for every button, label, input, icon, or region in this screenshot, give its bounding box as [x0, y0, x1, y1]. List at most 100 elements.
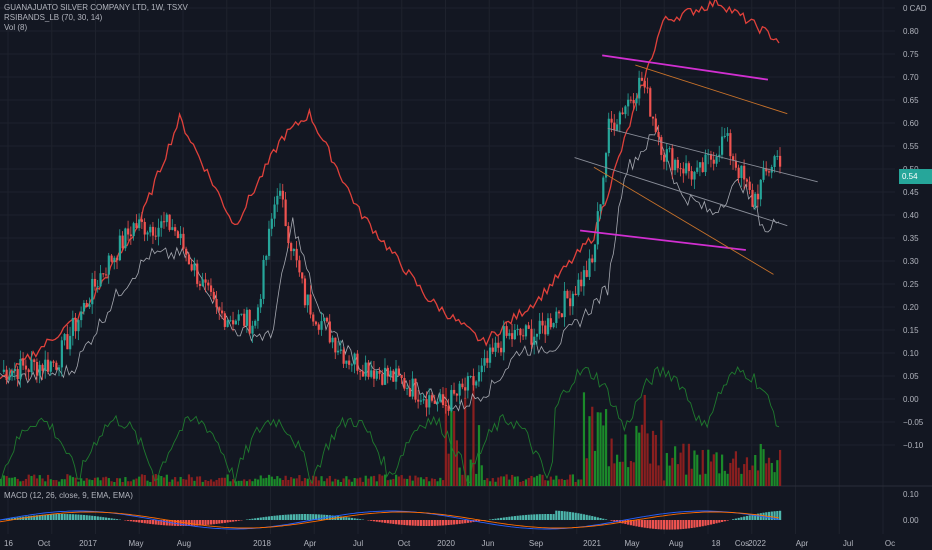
macd-indicator-label[interactable]: MACD (12, 26, close, 9, EMA, EMA): [4, 491, 133, 500]
candle-body: [569, 298, 572, 307]
price-axis-label: 0.60: [903, 119, 919, 128]
macd-histogram-bar: [77, 514, 80, 520]
candle-body: [524, 325, 528, 337]
candle-body: [290, 243, 293, 252]
candle-body: [5, 369, 8, 381]
macd-histogram-bar: [223, 520, 226, 523]
macd-histogram-bar: [345, 517, 348, 520]
candle-body: [715, 156, 718, 164]
candle-body: [712, 159, 715, 164]
macd-histogram-bar: [588, 515, 591, 520]
volume-bar: [60, 479, 63, 486]
macd-histogram-bar: [386, 520, 389, 524]
volume-bar: [220, 477, 224, 486]
candle-body: [196, 263, 199, 284]
macd-histogram-bar: [737, 517, 740, 520]
macd-histogram-bar: [276, 515, 279, 520]
macd-histogram-bar: [143, 520, 146, 524]
volume-bar: [511, 474, 514, 486]
candle-body: [361, 371, 365, 377]
macd-histogram-bar: [135, 520, 138, 523]
candle-body: [334, 337, 337, 353]
volume-bar: [538, 474, 541, 486]
candle-body: [138, 219, 141, 229]
volume-bar: [240, 480, 243, 486]
macd-histogram-bar: [60, 514, 63, 520]
volume-bar: [403, 478, 406, 486]
volume-bar: [226, 474, 229, 486]
candle-body: [46, 359, 50, 372]
candle-body: [60, 340, 63, 368]
symbol-title[interactable]: GUANAJUATO SILVER COMPANY LTD, 1W, TSXV: [4, 3, 188, 13]
candle-body: [234, 320, 238, 325]
volume-bar: [209, 479, 213, 486]
candle-body: [610, 118, 613, 123]
candle-body: [198, 283, 202, 287]
volume-indicator-label[interactable]: Vol (8): [4, 23, 188, 33]
macd-histogram-bar: [494, 518, 497, 520]
volume-bar: [38, 475, 41, 486]
time-axis-label: 2021: [583, 539, 601, 548]
volume-bar: [494, 481, 497, 486]
macd-histogram-bar: [635, 520, 638, 527]
macd-histogram-bar: [779, 510, 782, 520]
volume-bar: [759, 443, 762, 486]
smoothed-price-line: [0, 125, 780, 412]
macd-histogram-bar: [129, 520, 133, 522]
volume-bar: [475, 473, 478, 486]
macd-histogram-bar: [654, 520, 657, 530]
time-axis-label: Oct: [38, 539, 51, 548]
volume-bar: [756, 470, 760, 486]
macd-histogram-bar: [383, 520, 387, 523]
volume-bar: [621, 461, 624, 486]
candle-body: [447, 405, 450, 411]
candle-body: [414, 378, 417, 400]
candle-body: [720, 136, 724, 155]
volume-bar: [143, 475, 146, 486]
volume-bar: [425, 476, 428, 486]
macd-histogram-bar: [190, 520, 193, 526]
volume-bar: [281, 479, 284, 486]
volume-bar: [574, 481, 577, 486]
volume-bar: [350, 481, 354, 486]
candle-body: [723, 135, 726, 137]
volume-bar: [671, 457, 674, 486]
candle-body: [187, 254, 191, 265]
candle-body: [643, 80, 646, 88]
candle-body: [102, 273, 105, 275]
volume-bar: [674, 446, 677, 486]
volume-bar: [408, 475, 412, 486]
macd-histogram-bar: [709, 520, 713, 525]
candle-body: [301, 272, 304, 279]
candle-body: [44, 359, 47, 371]
rsi-indicator-label[interactable]: RSIBANDS_LB (70, 30, 14): [4, 13, 188, 23]
price-axis-label: 0.15: [903, 326, 919, 335]
candle-body: [160, 221, 163, 228]
volume-bar: [389, 479, 392, 486]
candle-body: [375, 370, 378, 379]
macd-histogram-bar: [549, 514, 552, 520]
macd-histogram-bar: [541, 514, 544, 520]
macd-histogram-bar: [640, 520, 644, 528]
volume-bar: [325, 478, 329, 486]
candle-body: [676, 159, 679, 169]
candle-body: [541, 320, 544, 326]
price-chart-canvas[interactable]: 0 CAD0.800.750.700.650.600.550.500.450.4…: [0, 0, 932, 550]
candle-body: [544, 325, 547, 335]
candle-body: [392, 370, 395, 382]
volume-bar: [715, 452, 718, 486]
volume-bar: [243, 479, 246, 486]
volume-bar: [513, 476, 517, 486]
volume-bar: [732, 458, 735, 486]
macd-histogram-bar: [389, 520, 392, 524]
volume-bar: [149, 481, 152, 486]
candle-body: [66, 334, 69, 350]
time-axis-label: Oct: [398, 539, 411, 548]
candle-body: [19, 359, 22, 380]
macd-histogram-bar: [301, 514, 304, 520]
candle-body: [685, 163, 688, 174]
volume-bar: [585, 458, 588, 486]
macd-histogram-bar: [577, 513, 580, 520]
candle-body: [621, 112, 624, 115]
volume-bar: [505, 474, 508, 486]
